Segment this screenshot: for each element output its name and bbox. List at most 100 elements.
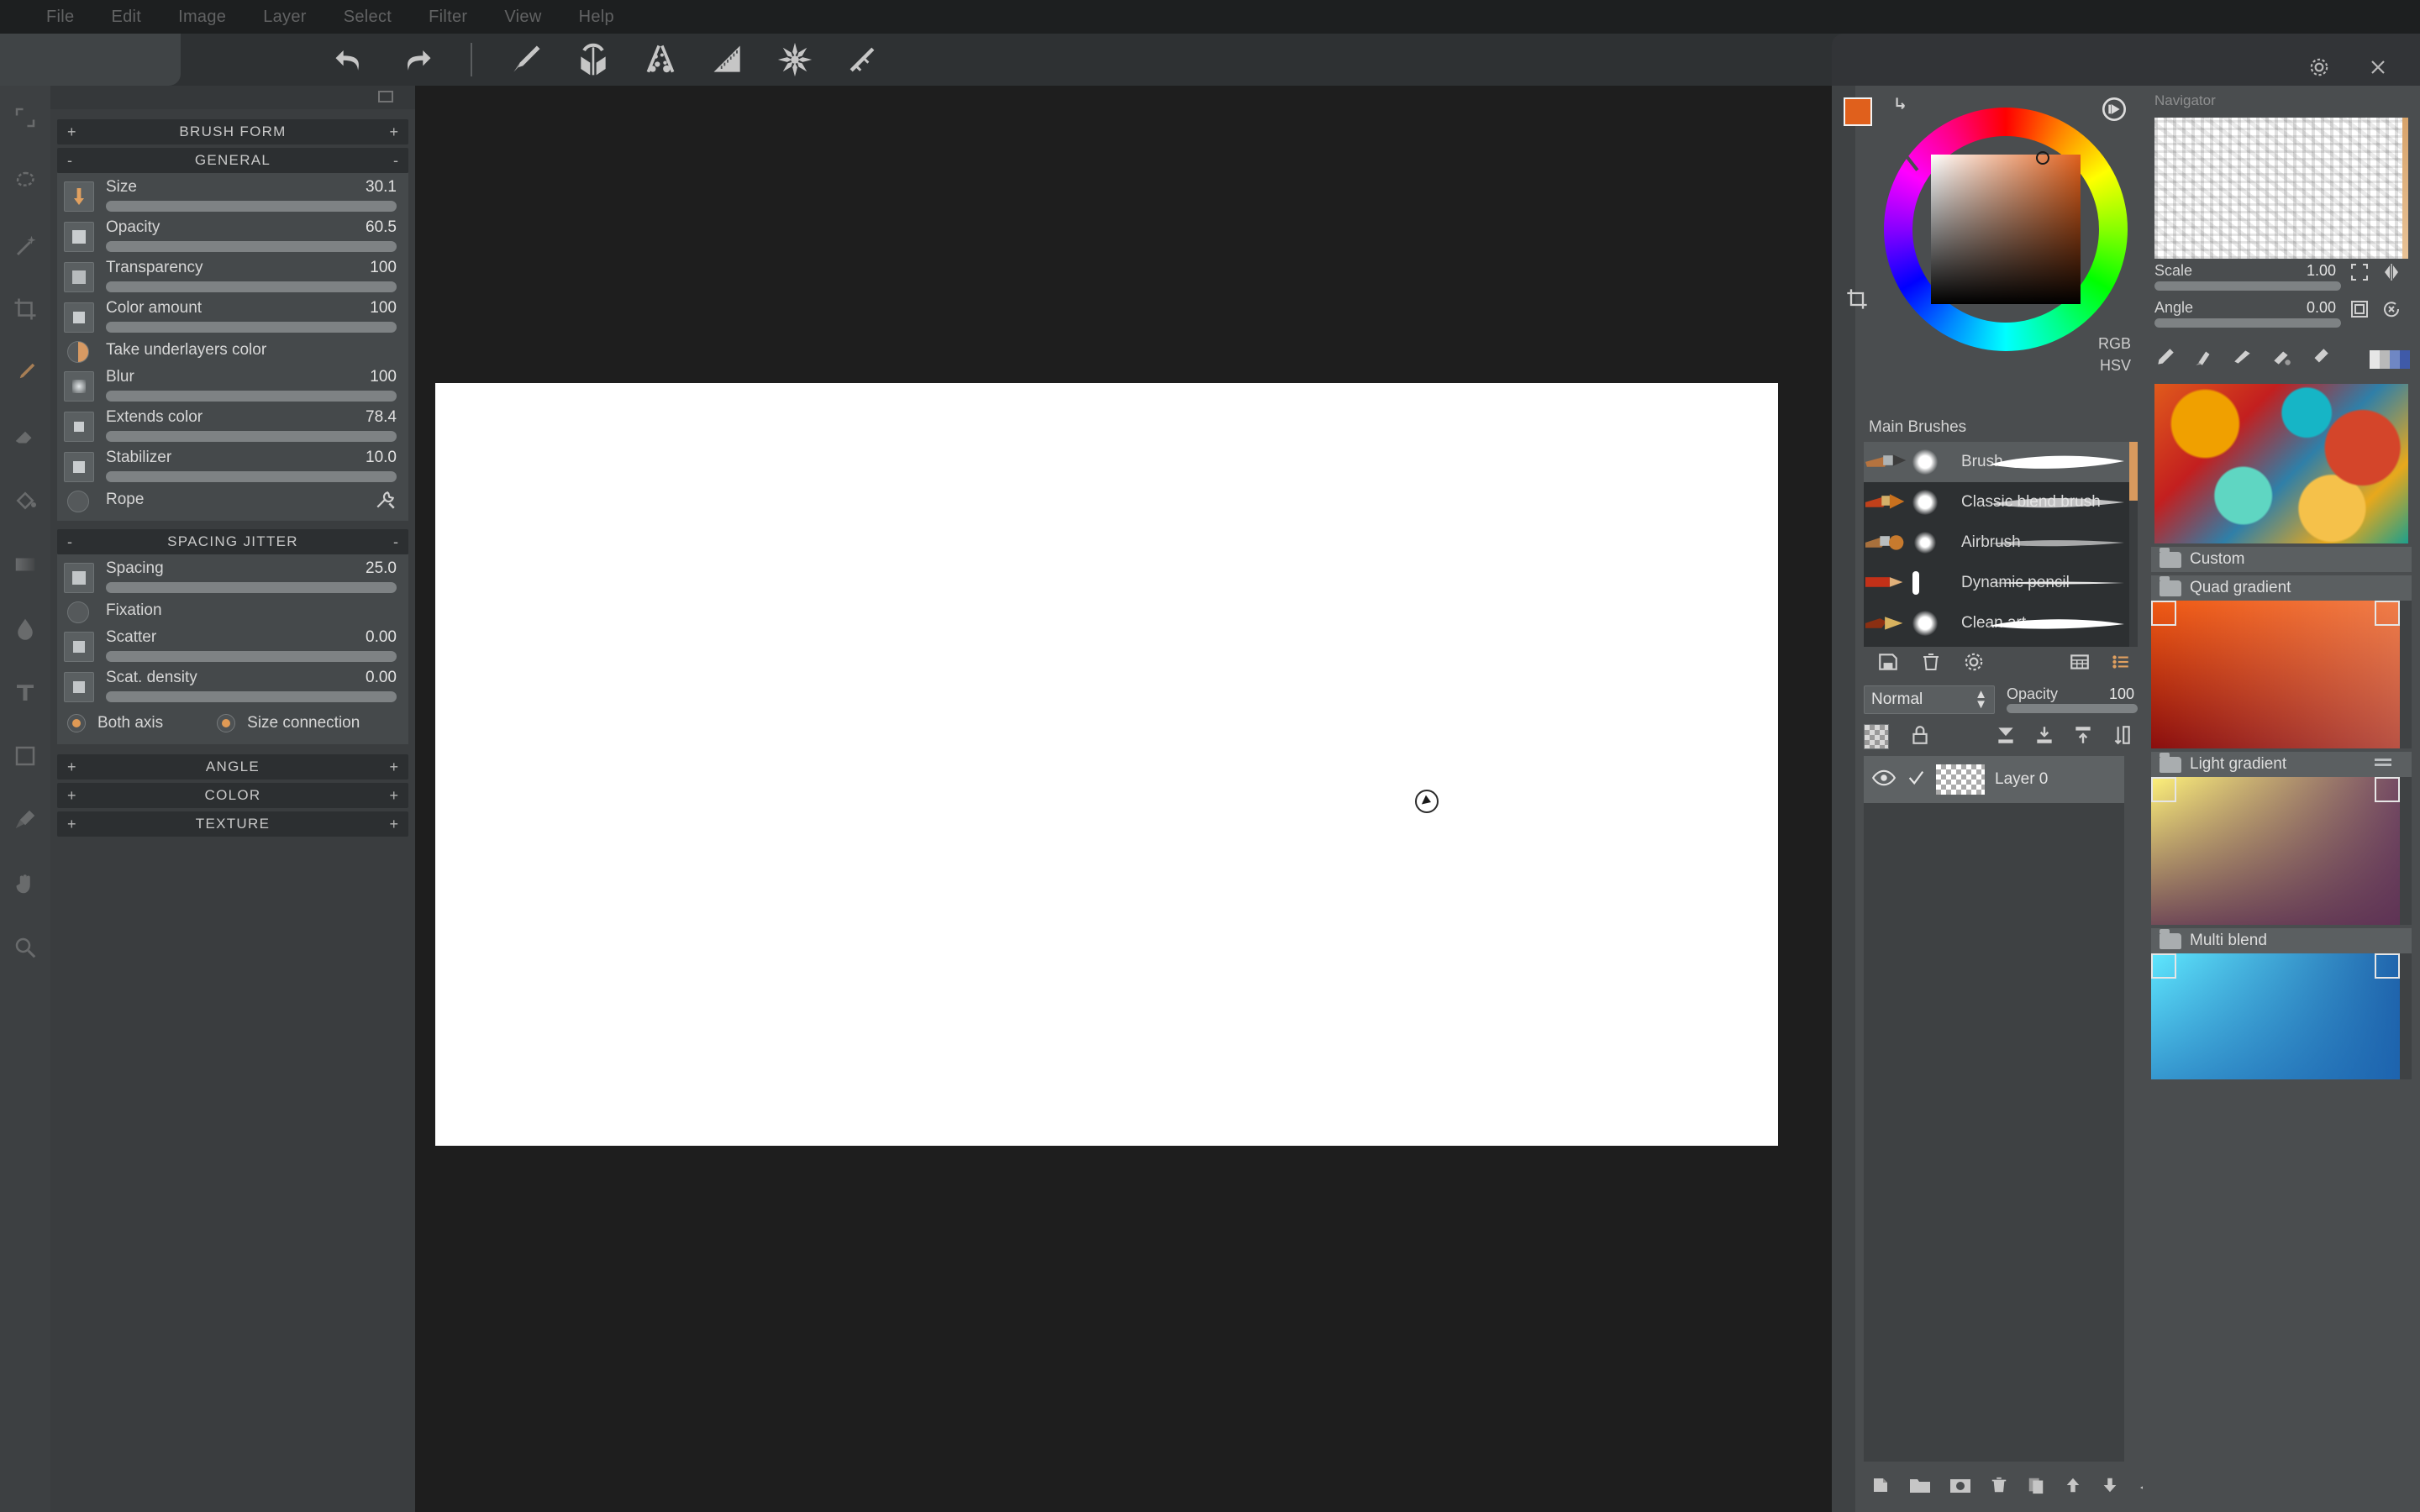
layer-name[interactable]: Layer 0 — [1995, 770, 2048, 789]
gradient-swatch-grid[interactable] — [2151, 777, 2412, 925]
setting-row-scatter-density[interactable]: Scat. density 0.00 — [57, 667, 408, 707]
tool-eraser[interactable] — [0, 405, 50, 469]
setting-row-rope[interactable]: Rope — [57, 487, 408, 516]
tool-brush[interactable] — [0, 341, 50, 405]
menu-item-edit[interactable]: Edit — [111, 8, 141, 27]
menu-item-view[interactable]: View — [504, 8, 541, 27]
menu-item-filter[interactable]: Filter — [429, 8, 467, 27]
flatten-icon[interactable] — [2033, 724, 2055, 750]
section-expand-right[interactable]: + — [389, 787, 398, 805]
setting-row-size[interactable]: Size 30.1 — [57, 176, 408, 217]
brush-list-scrollbar[interactable] — [2129, 442, 2138, 647]
layer-select-check-icon[interactable] — [1906, 769, 1926, 791]
brush-list[interactable]: Brush Classic blend brush — [1864, 442, 2138, 647]
tool-text[interactable] — [0, 660, 50, 724]
knife-palette-icon[interactable] — [2232, 346, 2254, 372]
setting-slider[interactable] — [106, 431, 397, 442]
setting-row-transparency[interactable]: Transparency 100 — [57, 257, 408, 297]
section-brush-form[interactable]: + BRUSH FORM + — [57, 119, 408, 144]
brush-grid-view-icon[interactable] — [2069, 651, 2091, 677]
section-expand-right[interactable]: + — [389, 123, 398, 141]
gradient-scrollbar[interactable] — [2400, 953, 2412, 1079]
spacing-icon[interactable] — [64, 563, 94, 593]
gradient-group-header[interactable]: Multi blend — [2151, 928, 2412, 953]
brush-tool-icon[interactable] — [504, 38, 548, 81]
size-icon[interactable] — [64, 181, 94, 212]
blur-icon[interactable] — [64, 371, 94, 402]
line-tool-icon[interactable] — [840, 38, 884, 81]
menu-item-help[interactable]: Help — [579, 8, 614, 27]
brush-list-view-icon[interactable] — [2109, 651, 2131, 677]
gradient-corner-swatch[interactable] — [2375, 777, 2400, 802]
menu-item-layer[interactable]: Layer — [263, 8, 307, 27]
section-expand-left[interactable]: + — [67, 123, 76, 141]
setting-row-fixation[interactable]: Fixation — [57, 598, 408, 627]
section-collapse-right[interactable]: - — [393, 533, 398, 551]
panel-pin-icon[interactable] — [378, 91, 393, 102]
brush-list-item[interactable]: Brush — [1864, 442, 2138, 482]
delete-brush-icon[interactable] — [1921, 651, 1941, 677]
navigator-angle-slider[interactable] — [2154, 318, 2341, 328]
brush-list-item[interactable]: Airbrush — [1864, 522, 2138, 563]
gradient-group-header[interactable]: Quad gradient — [2151, 575, 2412, 601]
setting-slider[interactable] — [106, 391, 397, 402]
mirror-symmetry-icon[interactable] — [571, 38, 615, 81]
gradient-scrollbar[interactable] — [2400, 601, 2412, 748]
gradient-selected-swatch[interactable] — [2151, 953, 2176, 979]
scatter-guide-icon[interactable] — [639, 38, 682, 81]
scatter-density-icon[interactable] — [64, 672, 94, 702]
settings-gear-icon[interactable] — [2297, 45, 2341, 89]
section-angle[interactable]: + ANGLE + — [57, 754, 408, 780]
kaleidoscope-icon[interactable] — [773, 38, 817, 81]
fit-to-screen-icon[interactable] — [2349, 262, 2370, 286]
gradient-swatch-grid[interactable] — [2151, 953, 2412, 1079]
color-mode-toggle[interactable]: RGB HSV — [2098, 333, 2131, 376]
wrench-icon[interactable] — [375, 489, 397, 515]
layer-opacity-control[interactable]: Opacity 100 — [2007, 685, 2143, 714]
section-expand-left[interactable]: + — [67, 759, 76, 776]
section-expand-left[interactable]: + — [67, 816, 76, 833]
gradient-group-header[interactable]: Light gradient — [2151, 752, 2412, 777]
color-crop-icon[interactable] — [1845, 287, 1869, 315]
transparency-icon[interactable] — [64, 262, 94, 292]
chevron-updown-icon[interactable]: ▲ ▼ — [1975, 688, 1987, 711]
close-icon[interactable] — [2356, 45, 2400, 89]
layer-row[interactable]: Layer 0 — [1864, 756, 2134, 803]
setting-slider[interactable] — [106, 322, 397, 333]
flip-horizontal-icon[interactable] — [2381, 262, 2402, 286]
stabilizer-icon[interactable] — [64, 452, 94, 482]
setting-slider[interactable] — [106, 651, 397, 662]
save-brush-icon[interactable] — [1877, 651, 1899, 677]
delete-layer-icon[interactable] — [1990, 1475, 2008, 1499]
setting-slider[interactable] — [106, 201, 397, 212]
setting-row-take-underlayers-color[interactable]: Take underlayers color — [57, 338, 408, 366]
section-general[interactable]: - GENERAL - — [57, 148, 408, 173]
brush-list-item[interactable]: Classic blend brush — [1864, 482, 2138, 522]
blend-mode-select[interactable]: Normal ▲ ▼ — [1864, 685, 1995, 714]
move-down-icon[interactable] — [2101, 1475, 2119, 1499]
section-collapse-right[interactable]: - — [393, 152, 398, 170]
gradient-selected-swatch[interactable] — [2151, 601, 2176, 626]
navigator-preview[interactable] — [2154, 118, 2408, 259]
gradient-scrollbar[interactable] — [2400, 777, 2412, 925]
palette-preview[interactable] — [2154, 384, 2408, 543]
radio-size-connection[interactable] — [217, 714, 236, 732]
setting-row-opacity[interactable]: Opacity 60.5 — [57, 217, 408, 257]
layer-visibility-icon[interactable] — [1871, 769, 1897, 790]
actual-size-icon[interactable] — [2349, 299, 2370, 323]
section-color[interactable]: + COLOR + — [57, 783, 408, 808]
layer-opacity-slider[interactable] — [2007, 704, 2138, 713]
brush-settings-icon[interactable] — [1963, 651, 1985, 677]
canvas-document[interactable] — [435, 383, 1778, 1146]
color-amount-icon[interactable] — [64, 302, 94, 333]
gradient-swatch-grid[interactable] — [2151, 601, 2412, 748]
tool-crop[interactable] — [0, 277, 50, 341]
setting-slider[interactable] — [106, 281, 397, 292]
navigator-scrollbar[interactable] — [2402, 118, 2408, 259]
pick-palette-icon[interactable] — [2309, 346, 2331, 372]
merge-down-icon[interactable] — [1995, 724, 2017, 750]
setting-row-spacing[interactable]: Spacing 25.0 — [57, 558, 408, 598]
transparency-lock-icon[interactable] — [1864, 724, 1889, 749]
menu-item-image[interactable]: Image — [178, 8, 226, 27]
setting-slider[interactable] — [106, 241, 397, 252]
